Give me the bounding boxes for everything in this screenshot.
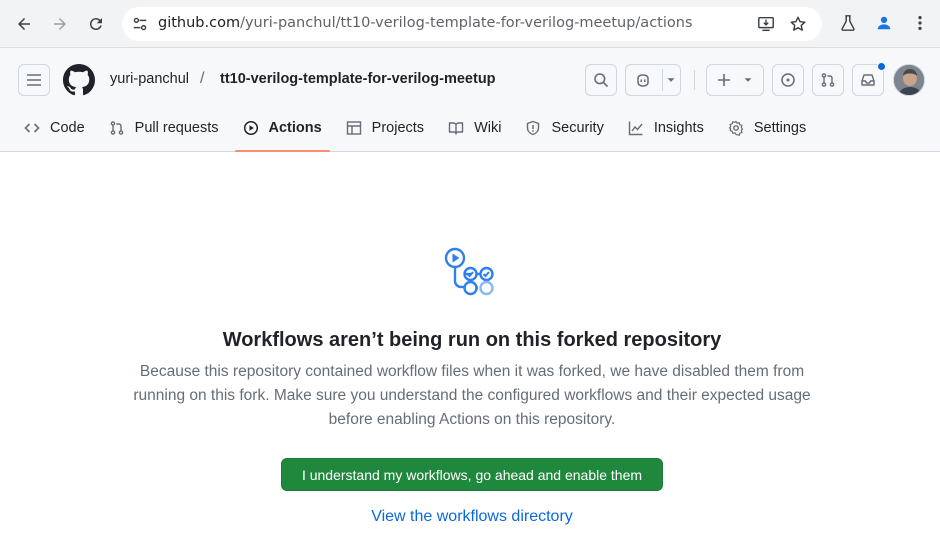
forward-icon[interactable] bbox=[46, 10, 74, 38]
copilot-button[interactable] bbox=[625, 64, 681, 96]
workflow-icon bbox=[444, 247, 494, 296]
browser-toolbar: github.com/yuri-panchul/tt10-verilog-tem… bbox=[0, 0, 940, 48]
tab-wiki[interactable]: Wiki bbox=[440, 108, 509, 148]
url-text: github.com/yuri-panchul/tt10-verilog-tem… bbox=[158, 15, 693, 31]
search-icon bbox=[594, 73, 609, 88]
workflows-directory-link-text[interactable]: View the workflows directory bbox=[371, 508, 573, 525]
repo-header: yuri-panchul / tt10-verilog-template-for… bbox=[0, 48, 940, 152]
inbox-button[interactable] bbox=[852, 62, 886, 96]
tab-label: Pull requests bbox=[134, 120, 219, 136]
back-icon[interactable] bbox=[10, 10, 38, 38]
profile-icon[interactable] bbox=[873, 12, 895, 34]
breadcrumb-owner[interactable]: yuri-panchul bbox=[110, 71, 189, 87]
enable-workflows-button[interactable]: I understand my workflows, go ahead and … bbox=[281, 458, 663, 491]
install-app-icon[interactable] bbox=[756, 14, 776, 34]
shield-icon bbox=[527, 120, 540, 136]
notification-dot bbox=[877, 62, 886, 71]
tab-code[interactable]: Code bbox=[16, 108, 93, 148]
tab-label: Security bbox=[551, 120, 604, 136]
tab-pull-requests[interactable]: Pull requests bbox=[101, 108, 227, 148]
issue-opened-icon bbox=[781, 73, 795, 87]
tab-settings[interactable]: Settings bbox=[720, 108, 814, 148]
menu-kebab-icon[interactable] bbox=[909, 12, 931, 34]
tab-actions[interactable]: Actions bbox=[234, 108, 330, 152]
tab-security[interactable]: Security bbox=[517, 108, 611, 148]
labs-flask-icon[interactable] bbox=[837, 12, 859, 34]
issues-button[interactable] bbox=[772, 64, 804, 96]
avatar[interactable] bbox=[893, 64, 925, 96]
url-host: github.com bbox=[158, 15, 241, 31]
create-new-button[interactable] bbox=[706, 64, 764, 96]
tab-label: Insights bbox=[653, 120, 704, 136]
address-bar[interactable]: github.com/yuri-panchul/tt10-verilog-tem… bbox=[122, 7, 822, 41]
chevron-down-icon bbox=[744, 78, 752, 82]
graph-icon bbox=[628, 121, 643, 136]
gear-icon bbox=[728, 120, 743, 136]
hamburger-menu-button[interactable] bbox=[18, 64, 50, 96]
search-button[interactable] bbox=[585, 64, 617, 96]
breadcrumb-repo[interactable]: tt10-verilog-template-for-verilog-meetup bbox=[220, 71, 496, 87]
chevron-down-icon bbox=[667, 78, 675, 82]
tab-label: Settings bbox=[753, 120, 807, 136]
play-icon bbox=[243, 120, 258, 136]
github-logo-icon[interactable] bbox=[63, 64, 95, 96]
tab-label: Actions bbox=[268, 120, 322, 136]
inbox-icon bbox=[861, 74, 875, 86]
site-info-icon[interactable] bbox=[130, 14, 150, 34]
actions-blankslate: Workflows aren’t being run on this forke… bbox=[0, 153, 940, 548]
url-path: /yuri-panchul/tt10-verilog-template-for-… bbox=[240, 15, 693, 31]
tab-insights[interactable]: Insights bbox=[620, 108, 712, 148]
workflows-directory-link: View the workflows directory bbox=[0, 508, 940, 526]
tab-label: Projects bbox=[371, 120, 425, 136]
tab-label: Wiki bbox=[474, 120, 502, 136]
pull-request-icon bbox=[821, 73, 835, 87]
code-icon bbox=[24, 123, 40, 133]
page-title: Workflows aren’t being run on this forke… bbox=[222, 329, 722, 351]
tab-label: Code bbox=[50, 120, 85, 136]
breadcrumb-separator: / bbox=[200, 70, 205, 87]
table-icon bbox=[346, 121, 361, 135]
copilot-icon bbox=[637, 74, 649, 87]
blankslate-description: Because this repository contained workfl… bbox=[133, 363, 811, 428]
hamburger-icon bbox=[27, 74, 41, 86]
pull-requests-button[interactable] bbox=[812, 64, 844, 96]
tab-projects[interactable]: Projects bbox=[338, 108, 432, 148]
pull-request-icon bbox=[110, 121, 123, 135]
bookmark-star-icon[interactable] bbox=[788, 14, 808, 34]
book-icon bbox=[448, 122, 464, 135]
reload-icon[interactable] bbox=[82, 10, 110, 38]
repo-tabs: Code Pull requests Actions Projects Wiki… bbox=[16, 108, 822, 152]
plus-icon bbox=[718, 74, 730, 86]
